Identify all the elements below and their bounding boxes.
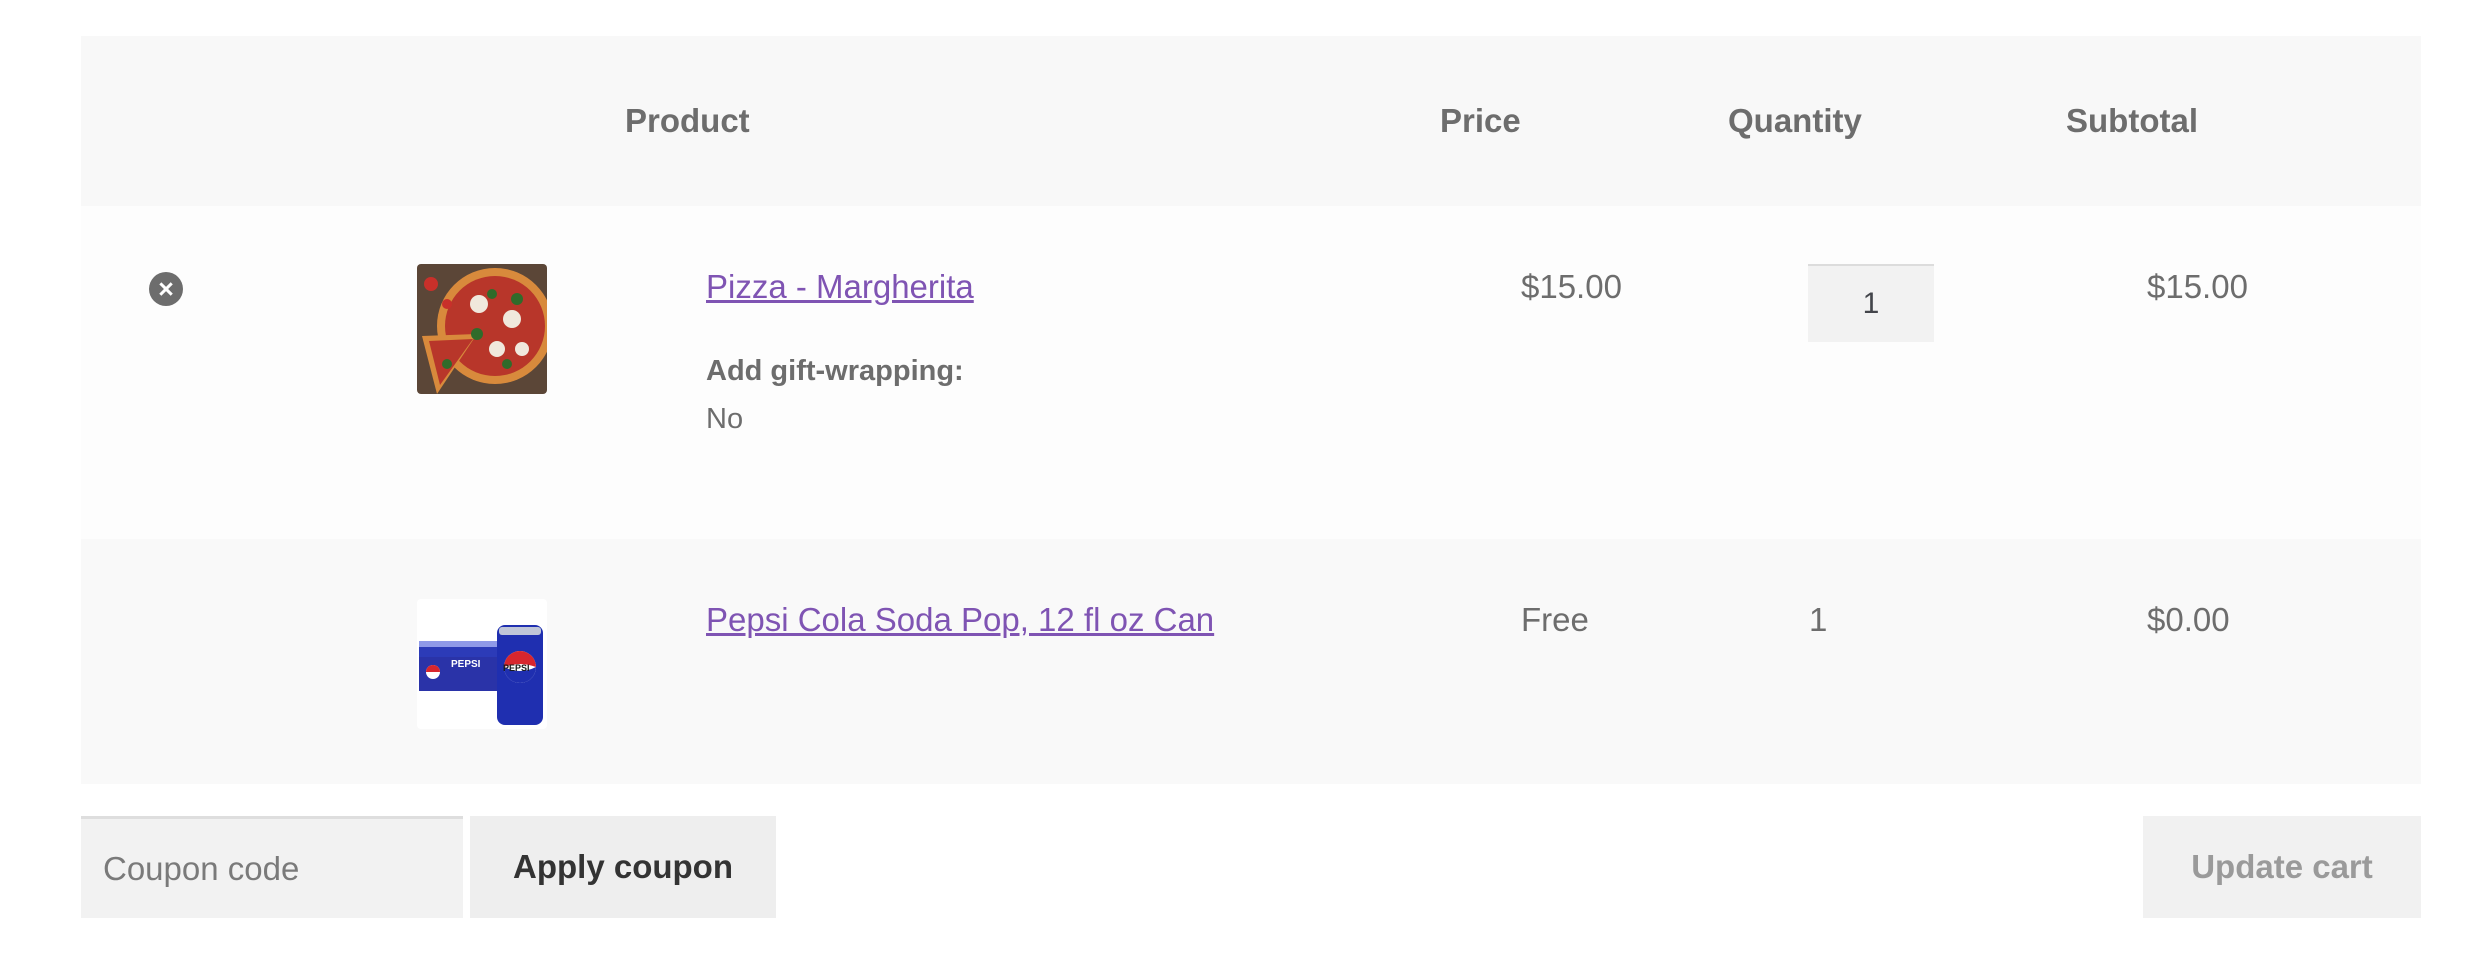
subtotal-value: $15.00 (2147, 268, 2248, 305)
apply-coupon-button[interactable]: Apply coupon (470, 816, 776, 918)
cart-table: Product Price Quantity Subtotal × Pizza … (81, 36, 2421, 784)
price-value: Free (1521, 601, 1589, 638)
coupon-input[interactable] (81, 816, 463, 918)
meta-label: Add gift-wrapping: (706, 355, 964, 387)
product-link[interactable]: Pepsi Cola Soda Pop, 12 fl oz Can (706, 601, 1214, 639)
table-header: Product Price Quantity Subtotal (81, 36, 2421, 206)
product-link[interactable]: Pizza - Margherita (706, 268, 974, 306)
update-cart-button[interactable]: Update cart (2143, 816, 2421, 918)
table-row: PEPSI PEPSI Pepsi Cola Soda Pop, 12 fl o… (81, 539, 2421, 784)
price-value: $15.00 (1521, 268, 1622, 305)
header-subtotal: Subtotal (2066, 102, 2198, 139)
pepsi-can-image[interactable]: PEPSI PEPSI (417, 599, 547, 729)
meta-value: No (706, 403, 744, 435)
subtotal-value: $0.00 (2147, 601, 2230, 638)
svg-text:PEPSI: PEPSI (451, 659, 481, 670)
quantity-value: 1 (1809, 601, 1828, 638)
table-row: × Pizza - Margherita Add gift-wrapping: … (81, 206, 2421, 539)
pizza-image[interactable] (417, 264, 547, 394)
cart-actions: Apply coupon Update cart (81, 816, 2421, 918)
header-price: Price (1440, 102, 1521, 139)
svg-text:PEPSI: PEPSI (503, 663, 530, 673)
header-product: Product (625, 102, 750, 139)
quantity-input[interactable] (1808, 264, 1934, 342)
close-circle-icon[interactable]: × (149, 272, 183, 306)
header-quantity: Quantity (1728, 102, 1862, 139)
